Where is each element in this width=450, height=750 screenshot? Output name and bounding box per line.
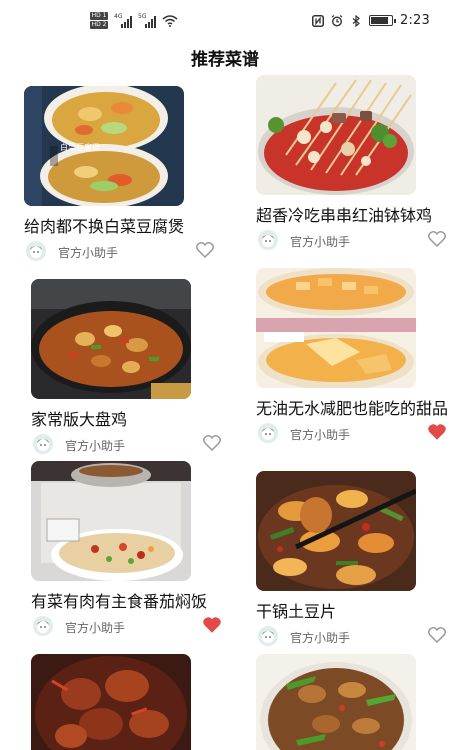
recipe-image[interactable] <box>256 471 416 591</box>
recipe-title[interactable]: 无油无水减肥也能吃的甜品 <box>256 398 450 419</box>
heart-outline-icon[interactable] <box>428 231 446 247</box>
recipe-image[interactable] <box>31 654 191 750</box>
author-name: 官方小助手 <box>290 631 351 645</box>
signal-icon: 4G <box>114 13 132 28</box>
bluetooth-icon <box>352 14 360 27</box>
author-name: 官方小助手 <box>58 246 119 260</box>
recipe-meta: 官方小助手 <box>256 423 446 447</box>
recipe-image[interactable]: 白菜豆腐煲 <box>24 86 184 206</box>
heart-filled-icon[interactable] <box>203 617 221 633</box>
recipe-card[interactable] <box>256 654 426 750</box>
signal-icon: 5G <box>138 13 156 28</box>
recipe-title[interactable]: 超香冷吃串串红油钵钵鸡 <box>256 205 450 226</box>
author-avatar <box>258 626 278 646</box>
recipe-image[interactable] <box>256 654 416 750</box>
recipe-card[interactable]: 无油无水减肥也能吃的甜品 官方小助手 <box>256 268 448 447</box>
sim-indicator: HD 1 HD 2 <box>90 12 108 29</box>
nfc-icon <box>312 14 324 27</box>
author-avatar <box>33 434 53 454</box>
recipe-meta: 官方小助手 <box>24 241 214 265</box>
recipe-card[interactable]: 有菜有肉有主食番茄焖饭 官方小助手 <box>31 461 221 640</box>
recipe-card[interactable]: 白菜豆腐煲 给肉都不换白菜豆腐煲 官方小助手 <box>24 86 214 265</box>
recipe-card[interactable]: 超香冷吃串串红油钵钵鸡 官方小助手 <box>256 75 446 254</box>
recipe-image[interactable] <box>31 279 191 399</box>
status-bar: HD 1 HD 2 4G 5G 2:23 <box>0 0 450 42</box>
recipe-image[interactable] <box>31 461 191 581</box>
recipe-meta: 官方小助手 <box>31 616 221 640</box>
recipe-image[interactable] <box>256 268 416 388</box>
recipe-meta: 官方小助手 <box>31 434 221 458</box>
sim2-label: HD 2 <box>90 21 108 29</box>
author-avatar <box>26 241 46 261</box>
heart-outline-icon[interactable] <box>428 627 446 643</box>
status-right: 2:23 <box>312 13 430 28</box>
status-left: HD 1 HD 2 4G 5G <box>90 12 178 29</box>
image-caption: 白菜豆腐煲 <box>60 142 100 152</box>
author-avatar <box>258 423 278 443</box>
heart-outline-icon[interactable] <box>203 435 221 451</box>
author-avatar <box>33 616 53 636</box>
recipe-title[interactable]: 干锅土豆片 <box>256 601 450 622</box>
recipe-card[interactable] <box>31 654 201 750</box>
heart-filled-icon[interactable] <box>428 424 446 440</box>
author-name: 官方小助手 <box>65 621 126 635</box>
author-avatar <box>258 230 278 250</box>
recipe-title[interactable]: 家常版大盘鸡 <box>31 409 231 430</box>
recipe-meta: 官方小助手 <box>256 626 446 650</box>
page-title: 推荐菜谱 <box>191 50 259 70</box>
recipe-card[interactable]: 家常版大盘鸡 官方小助手 <box>31 279 221 458</box>
alarm-icon <box>331 14 343 27</box>
recipe-title[interactable]: 有菜有肉有主食番茄焖饭 <box>31 591 231 612</box>
author-name: 官方小助手 <box>290 428 351 442</box>
battery-icon <box>369 15 396 26</box>
recipe-image[interactable] <box>256 75 416 195</box>
wifi-icon <box>162 14 178 27</box>
heart-outline-icon[interactable] <box>196 242 214 258</box>
recipe-meta: 官方小助手 <box>256 230 446 254</box>
recipe-title[interactable]: 给肉都不换白菜豆腐煲 <box>24 216 224 237</box>
clock: 2:23 <box>400 13 430 28</box>
recipe-card[interactable]: 干锅土豆片 官方小助手 <box>256 471 446 650</box>
author-name: 官方小助手 <box>290 235 351 249</box>
sim1-label: HD 1 <box>90 12 108 20</box>
author-name: 官方小助手 <box>65 439 126 453</box>
